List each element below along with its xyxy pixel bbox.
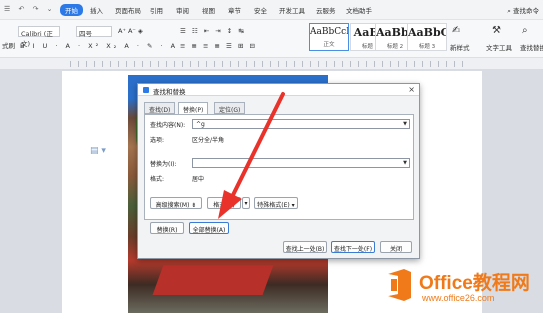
- quick-access-toolbar[interactable]: ☰ ↶ ↷ ⌄: [4, 5, 56, 13]
- tab-references[interactable]: 引用: [150, 5, 163, 15]
- special-format-button[interactable]: 特殊格式(E) ▾: [254, 197, 298, 209]
- align-buttons[interactable]: ≡ ≣ ≡ ≣ ☰ ⊞ ⊟: [180, 42, 257, 50]
- chevron-down-icon[interactable]: ▼: [403, 160, 407, 166]
- style-normal[interactable]: AaBbCcI 正文: [309, 23, 349, 51]
- tab-insert[interactable]: 插入: [90, 5, 103, 15]
- find-options-label: 选项:: [150, 137, 165, 144]
- replace-label: 替换为(I):: [150, 161, 177, 168]
- app-icon: [143, 87, 149, 93]
- dialog-title: 查找和替换: [153, 88, 186, 96]
- font-grow-shrink-icon[interactable]: A⁺ A⁻ ◈: [118, 27, 143, 35]
- find-next-button[interactable]: 查找下一处(F): [331, 241, 375, 253]
- text-tools-button[interactable]: 文字工具: [486, 42, 512, 52]
- format-label: 格式:: [150, 176, 165, 183]
- font-name-select[interactable]: Calibri (正文): [18, 26, 60, 48]
- find-label: 查找内容(N):: [150, 122, 186, 129]
- close-icon[interactable]: ×: [408, 85, 415, 94]
- search-icon: ⌕: [507, 7, 511, 15]
- list-buttons[interactable]: ☰ ☷ ⇤ ⇥ ↕ ↹: [180, 27, 246, 35]
- command-search[interactable]: ⌕ 查找命令: [507, 5, 539, 16]
- watermark-url: www.office26.com: [422, 293, 495, 303]
- find-replace-icon[interactable]: ⌕: [522, 25, 528, 36]
- tab-developer[interactable]: 开发工具: [279, 5, 305, 15]
- find-previous-button[interactable]: 查找上一处(B): [283, 241, 327, 253]
- tab-find[interactable]: 查找(D): [144, 102, 176, 114]
- tab-page-layout[interactable]: 页面布局: [115, 5, 141, 15]
- style-heading-3[interactable]: AaBbCc 标题 3: [407, 23, 447, 51]
- tab-review[interactable]: 审阅: [176, 5, 189, 15]
- photo-roof: [152, 265, 274, 295]
- format-button[interactable]: 格式(O): [207, 197, 241, 209]
- chevron-down-icon[interactable]: ▼: [403, 121, 407, 127]
- text-format-buttons[interactable]: B I U · A · X² X₂ A · ✎ · A: [20, 42, 178, 50]
- tab-chapter[interactable]: 章节: [228, 5, 241, 15]
- office-logo-icon: [388, 269, 411, 301]
- replace-panel: 查找内容(N): ^g ▼ 选项: 区分全/半角 替换为(I): ▼ 格式: 居…: [144, 114, 414, 220]
- tab-cloud[interactable]: 云服务: [316, 5, 336, 15]
- advanced-search-button[interactable]: 高级搜索(M) ⇟: [150, 197, 202, 209]
- watermark-brand: Office教程网: [419, 273, 530, 294]
- format-value: 居中: [192, 176, 205, 183]
- format-dropdown-button[interactable]: ▾: [242, 197, 250, 209]
- tab-home[interactable]: 开始: [60, 4, 83, 16]
- find-options-value: 区分全/半角: [192, 137, 225, 144]
- new-style-button[interactable]: 新样式: [450, 42, 470, 52]
- office26-watermark: Office教程网 www.office26.com: [378, 266, 543, 313]
- find-input[interactable]: ^g ▼: [192, 119, 410, 129]
- find-replace-button[interactable]: 查找替换: [520, 42, 543, 52]
- close-button[interactable]: 关闭: [380, 241, 412, 253]
- font-size-select[interactable]: 四号: [76, 26, 112, 38]
- find-replace-dialog: 查找和替换 × 查找(D) 替换(P) 定位(G) 查找内容(N): ^g ▼ …: [137, 83, 420, 259]
- ribbon: 式刷 Calibri (正文) 四号 A⁺ A⁻ ◈ B I U · A · X…: [0, 20, 543, 58]
- paragraph-marker-icon: ▤ ▾: [90, 146, 106, 156]
- text-tools-icon[interactable]: ⚒: [492, 25, 501, 36]
- dialog-titlebar[interactable]: 查找和替换 ×: [138, 84, 419, 96]
- ruler-scale: [70, 61, 470, 67]
- menu-bar: ☰ ↶ ↷ ⌄ 开始 插入 页面布局 引用 审阅 视图 章节 安全 开发工具 云…: [0, 0, 543, 20]
- replace-button[interactable]: 替换(R): [150, 222, 184, 234]
- tab-security[interactable]: 安全: [254, 5, 267, 15]
- tab-goto[interactable]: 定位(G): [214, 102, 246, 114]
- new-style-icon[interactable]: ✍: [452, 25, 460, 36]
- tab-view[interactable]: 视图: [202, 5, 215, 15]
- format-painter-label[interactable]: 式刷: [2, 40, 15, 50]
- horizontal-ruler[interactable]: [0, 58, 543, 70]
- replace-input[interactable]: ▼: [192, 158, 410, 168]
- tab-doc-assistant[interactable]: 文档助手: [346, 5, 372, 15]
- replace-all-button[interactable]: 全部替换(A): [189, 222, 229, 234]
